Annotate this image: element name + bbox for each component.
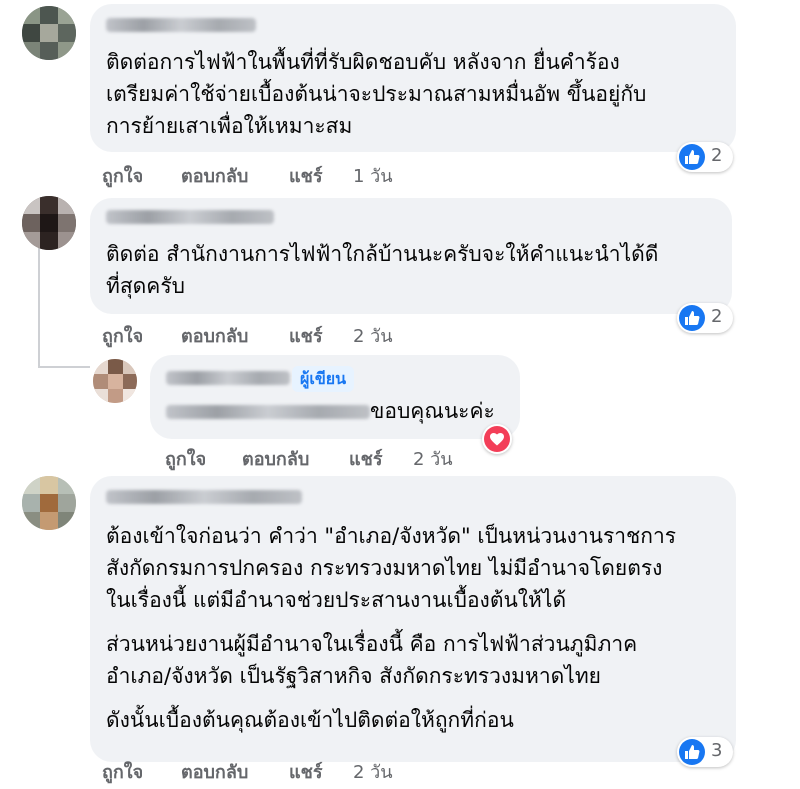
comment-bubble: ติดต่อการไฟฟ้าในพื้นที่ที่รับผิดชอบคับ ห… [90, 4, 736, 152]
reaction-count: 3 [711, 740, 723, 761]
comment-actions: ถูกใจ ตอบกลับ แชร์ 2 วัน [102, 757, 422, 783]
author-name[interactable] [166, 371, 290, 385]
like-button[interactable]: ถูกใจ [102, 757, 143, 786]
timestamp[interactable]: 1 วัน [353, 161, 393, 190]
timestamp[interactable]: 2 วัน [353, 757, 393, 786]
comment-actions: ถูกใจ ตอบกลับ แชร์ 2 วัน [102, 321, 422, 347]
share-button[interactable]: แชร์ [349, 444, 383, 473]
comment-bubble: ต้องเข้าใจก่อนว่า คำว่า "อำเภอ/จังหวัด" … [90, 476, 736, 762]
like-button[interactable]: ถูกใจ [102, 321, 143, 350]
comment-text-paragraph-2: ส่วนหน่วยงานผู้มีอำนาจในเรื่องนี้ คือ กา… [106, 632, 638, 688]
tagged-name[interactable] [166, 405, 370, 419]
author-name[interactable] [106, 490, 302, 504]
like-icon [679, 739, 705, 765]
author-name[interactable] [106, 18, 256, 32]
heart-reaction[interactable] [482, 424, 512, 454]
share-button[interactable]: แชร์ [289, 321, 323, 350]
timestamp[interactable]: 2 วัน [413, 444, 453, 473]
thread-line-vertical [38, 248, 40, 366]
comment-text: ติดต่อการไฟฟ้าในพื้นที่ที่รับผิดชอบคับ ห… [106, 50, 647, 138]
reply-button[interactable]: ตอบกลับ [181, 161, 248, 190]
avatar[interactable] [22, 476, 76, 530]
comment-bubble: ผู้เขียน ขอบคุณนะค่ะ [150, 355, 520, 439]
thread-line-curve [38, 366, 90, 368]
reply-button[interactable]: ตอบกลับ [181, 321, 248, 350]
comment-actions: ถูกใจ ตอบกลับ แชร์ 1 วัน [102, 161, 422, 187]
avatar[interactable] [22, 196, 76, 250]
reaction-count: 2 [711, 306, 723, 327]
reply-button[interactable]: ตอบกลับ [242, 444, 309, 473]
reply-button[interactable]: ตอบกลับ [181, 757, 248, 786]
heart-icon [484, 426, 510, 452]
share-button[interactable]: แชร์ [289, 161, 323, 190]
comment-text: ติดต่อ สำนักงานการไฟฟ้าใกล้บ้านนะครับจะใ… [106, 242, 659, 298]
like-icon [679, 144, 705, 170]
reaction-summary[interactable]: 2 [677, 142, 733, 172]
comment-actions: ถูกใจ ตอบกลับ แชร์ 2 วัน [165, 444, 485, 470]
avatar[interactable] [93, 359, 137, 403]
comment-bubble: ติดต่อ สำนักงานการไฟฟ้าใกล้บ้านนะครับจะใ… [90, 198, 732, 314]
avatar[interactable] [22, 6, 76, 60]
timestamp[interactable]: 2 วัน [353, 321, 393, 350]
reaction-count: 2 [711, 145, 723, 166]
author-badge: ผู้เขียน [292, 366, 355, 392]
reaction-summary[interactable]: 2 [677, 303, 733, 333]
share-button[interactable]: แชร์ [289, 757, 323, 786]
author-name[interactable] [106, 210, 274, 224]
comment-text: ขอบคุณนะค่ะ [370, 399, 495, 423]
comment-text: ต้องเข้าใจก่อนว่า คำว่า "อำเภอ/จังหวัด" … [106, 524, 677, 612]
reaction-summary[interactable]: 3 [677, 737, 733, 767]
like-button[interactable]: ถูกใจ [165, 444, 206, 473]
like-icon [679, 305, 705, 331]
comment-text-paragraph-3: ดังนั้นเบื้องต้นคุณต้องเข้าไปติดต่อให้ถู… [106, 708, 514, 732]
like-button[interactable]: ถูกใจ [102, 161, 143, 190]
